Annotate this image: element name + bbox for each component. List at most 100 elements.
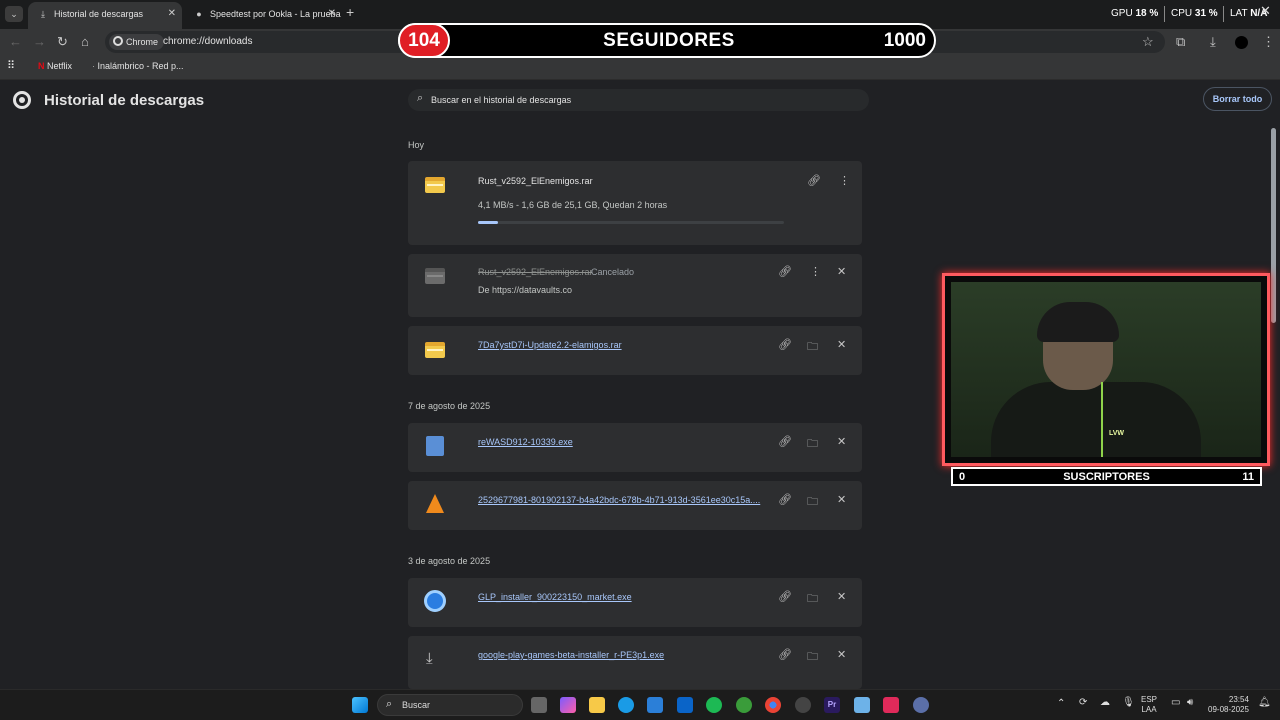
home-icon[interactable]: ⌂ <box>81 34 89 49</box>
show-in-folder-icon[interactable]: 🗀︎ <box>807 435 818 454</box>
avatar[interactable] <box>1235 36 1248 49</box>
copy-link-icon[interactable]: 🔗︎ <box>778 265 792 278</box>
copilot-icon[interactable] <box>560 697 576 713</box>
rar-file-icon <box>425 268 445 284</box>
more-options-icon[interactable]: ⋮ <box>810 265 821 278</box>
copy-link-icon[interactable]: 🔗︎ <box>778 435 792 448</box>
followers-goal: 1000 <box>883 30 926 51</box>
bookmark-wireless[interactable]: · Inalámbrico - Red p... <box>92 61 184 71</box>
remove-icon[interactable]: ✕ <box>837 265 846 278</box>
download-filename[interactable]: 2529677981-801902137-b4a42bdc-678b-4b71-… <box>478 495 760 505</box>
menu-icon[interactable]: ⋮ <box>1262 34 1275 50</box>
close-window-icon[interactable]: ✕ <box>1260 3 1271 19</box>
tab-downloads[interactable]: ⤓ Historial de descargas ✕ <box>28 2 182 29</box>
remove-icon[interactable]: ✕ <box>837 648 846 661</box>
section-header: 7 de agosto de 2025 <box>408 401 491 411</box>
chevron-up-icon[interactable]: ⌃ <box>1057 699 1065 709</box>
chrome-taskbar-icon[interactable] <box>765 697 781 713</box>
new-tab-button[interactable]: + <box>346 4 354 20</box>
copy-link-icon[interactable]: 🔗︎ <box>778 338 792 351</box>
show-in-folder-icon[interactable]: 🗀︎ <box>807 590 818 609</box>
rar-file-icon <box>425 177 445 193</box>
forward-icon[interactable]: → <box>33 34 46 49</box>
clear-all-button[interactable]: Borrar todo <box>1203 87 1272 111</box>
task-view-icon[interactable] <box>531 697 547 713</box>
copy-link-icon[interactable]: 🔗︎ <box>778 590 792 603</box>
bookmark-star-icon[interactable]: ☆ <box>1142 34 1154 50</box>
show-in-folder-icon[interactable]: 🗀︎ <box>807 493 818 512</box>
tab-title: Speedtest por Ookla - La prueba <box>210 9 341 19</box>
clock[interactable]: 23:54 09-08-2025 <box>1208 695 1249 715</box>
show-in-folder-icon[interactable]: 🗀︎ <box>807 338 818 357</box>
close-icon[interactable]: ✕ <box>168 2 176 26</box>
download-filename[interactable]: 7Da7ystD7i-Update2.2-elamigos.rar <box>478 340 622 350</box>
url-text[interactable]: chrome://downloads <box>163 36 253 47</box>
back-icon[interactable]: ← <box>9 34 22 49</box>
followers-label: SEGUIDORES <box>603 30 735 51</box>
weather-icon[interactable]: ☁ <box>1100 698 1110 708</box>
progress-bar <box>478 221 784 224</box>
download-source: De https://datavaults.co <box>478 285 573 295</box>
outlook-icon[interactable] <box>677 697 693 713</box>
downloads-icon[interactable]: ⤓ <box>1210 34 1216 50</box>
xbox-icon[interactable] <box>736 697 752 713</box>
tab-search-button[interactable]: ⌄ <box>5 6 23 22</box>
tiktok-icon[interactable] <box>883 697 899 713</box>
section-header: Hoy <box>408 140 425 150</box>
download-filename[interactable]: google-play-games-beta-installer_r-PE3p1… <box>478 650 664 660</box>
sync-icon[interactable]: ⟳ <box>1079 698 1087 708</box>
taskbar-search[interactable]: ⌕ Buscar <box>377 694 523 716</box>
network-icon[interactable]: ▭ <box>1171 698 1180 708</box>
taskbar: ⌕ Buscar Pr ⌃ ⟳ ☁ 🎙︎ ESP LAA ▭ 🔊︎ 23:54 09… <box>0 689 1280 720</box>
premiere-icon[interactable]: Pr <box>824 697 840 713</box>
store-icon[interactable] <box>647 697 663 713</box>
settings-icon[interactable] <box>913 697 929 713</box>
progress-fill <box>478 221 498 224</box>
notifications-icon[interactable]: 🔔︎ <box>1258 698 1271 708</box>
remove-icon[interactable]: ✕ <box>837 435 846 448</box>
tab-title: Historial de descargas <box>54 9 144 19</box>
copy-link-icon[interactable]: 🔗︎ <box>778 648 792 661</box>
remove-icon[interactable]: ✕ <box>837 493 846 506</box>
edge-icon[interactable] <box>618 697 634 713</box>
download-filename[interactable]: Rust_v2592_ElEnemigos.rar <box>478 176 593 186</box>
download-item: Rust_v2592_ElEnemigos.rar 4,1 MB/s - 1,6… <box>408 161 862 245</box>
spotify-icon[interactable] <box>706 697 722 713</box>
download-item: 7Da7ystD7i-Update2.2-elamigos.rar 🔗︎ 🗀︎ … <box>408 326 862 375</box>
bookmark-netflix[interactable]: N Netflix <box>38 61 72 71</box>
apps-icon[interactable]: ⠿ <box>7 59 15 72</box>
show-in-folder-icon[interactable]: 🗀︎ <box>807 648 818 667</box>
search-input[interactable]: ⌕ Buscar en el historial de descargas <box>408 89 869 111</box>
download-filename: Rust_v2592_ElEnemigos.rar <box>478 267 593 277</box>
close-icon[interactable]: ✕ <box>328 2 336 26</box>
scrollbar-thumb[interactable] <box>1271 128 1276 323</box>
vlc-icon <box>426 494 444 513</box>
download-filename[interactable]: reWASD912-10339.exe <box>478 437 573 447</box>
followers-overlay: SEGUIDORES 104 1000 <box>398 23 936 58</box>
taskbar-search-label: Buscar <box>402 700 431 710</box>
copy-link-icon[interactable]: 🔗︎ <box>778 493 792 506</box>
microphone-icon[interactable]: 🎙︎ <box>1122 698 1135 708</box>
bookmarks-bar: ⠿ N Netflix · Inalámbrico - Red p... <box>0 56 1280 80</box>
bookmark-label: Netflix <box>47 61 73 71</box>
remove-icon[interactable]: ✕ <box>837 338 846 351</box>
subscribers-overlay: SUSCRIPTORES 0 11 <box>951 467 1262 486</box>
tab-speedtest[interactable]: ● Speedtest por Ookla - La prueba ✕ <box>184 2 342 29</box>
more-options-icon[interactable]: ⋮ <box>839 174 850 187</box>
remove-icon[interactable]: ✕ <box>837 590 846 603</box>
reload-icon[interactable]: ↻ <box>57 34 68 50</box>
search-icon: ⌕ <box>386 698 393 710</box>
webcam-overlay: LVW <box>942 273 1270 466</box>
extensions-icon[interactable]: ⧉ <box>1176 34 1185 50</box>
site-chip[interactable]: Chrome <box>109 34 165 50</box>
copy-link-icon[interactable]: 🔗︎ <box>807 174 821 187</box>
file-explorer-icon[interactable] <box>589 697 605 713</box>
download-filename[interactable]: GLP_installer_900223150_market.exe <box>478 592 632 602</box>
page-icon: · <box>92 61 95 71</box>
windows-start-icon[interactable] <box>352 697 368 713</box>
volume-icon[interactable]: 🔊︎ <box>1187 698 1193 708</box>
obs-icon[interactable] <box>795 697 811 713</box>
download-item: Rust_v2592_ElEnemigos.rar Cancelado De h… <box>408 254 862 317</box>
photos-icon[interactable] <box>854 697 870 713</box>
language-indicator[interactable]: ESP LAA <box>1141 695 1157 715</box>
